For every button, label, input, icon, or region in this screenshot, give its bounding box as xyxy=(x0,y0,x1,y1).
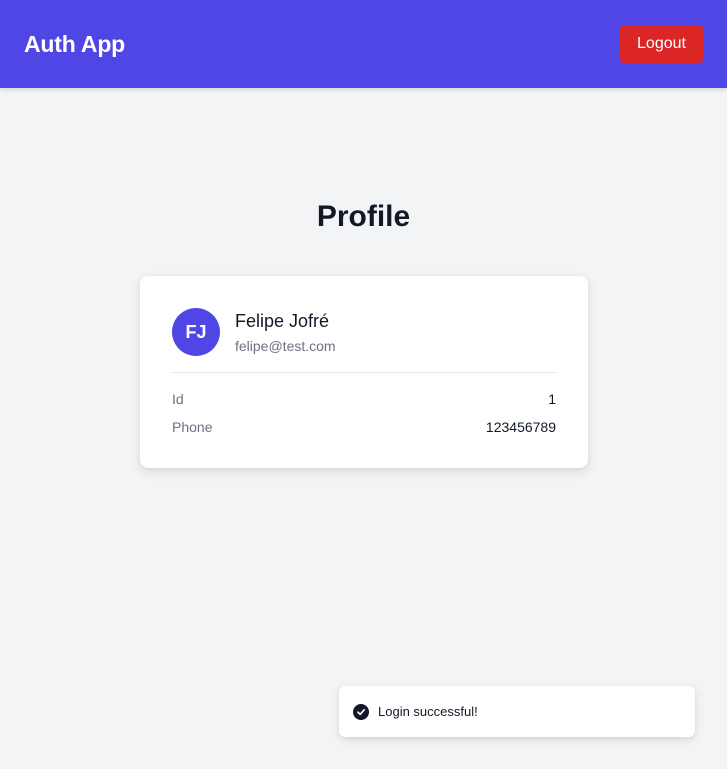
toast-notification: Login successful! xyxy=(339,686,695,737)
user-email: felipe@test.com xyxy=(235,338,336,354)
detail-row-id: Id 1 xyxy=(172,391,556,407)
detail-value-phone: 123456789 xyxy=(485,419,556,435)
divider xyxy=(172,372,556,373)
logout-button[interactable]: Logout xyxy=(620,25,703,63)
avatar: FJ xyxy=(172,308,220,356)
app-title: Auth App xyxy=(24,30,126,57)
detail-label-phone: Phone xyxy=(172,419,213,435)
profile-card: FJ Felipe Jofré felipe@test.com Id 1 Pho… xyxy=(140,276,588,468)
page-title: Profile xyxy=(316,200,411,233)
top-navbar: Auth App xyxy=(0,0,727,88)
detail-label-id: Id xyxy=(172,391,184,407)
detail-row-phone: Phone 123456789 xyxy=(172,419,556,435)
toast-message: Login successful! xyxy=(378,704,478,719)
check-circle-icon xyxy=(353,703,369,720)
user-name: Felipe Jofré xyxy=(235,311,330,331)
detail-value-id: 1 xyxy=(548,391,556,407)
